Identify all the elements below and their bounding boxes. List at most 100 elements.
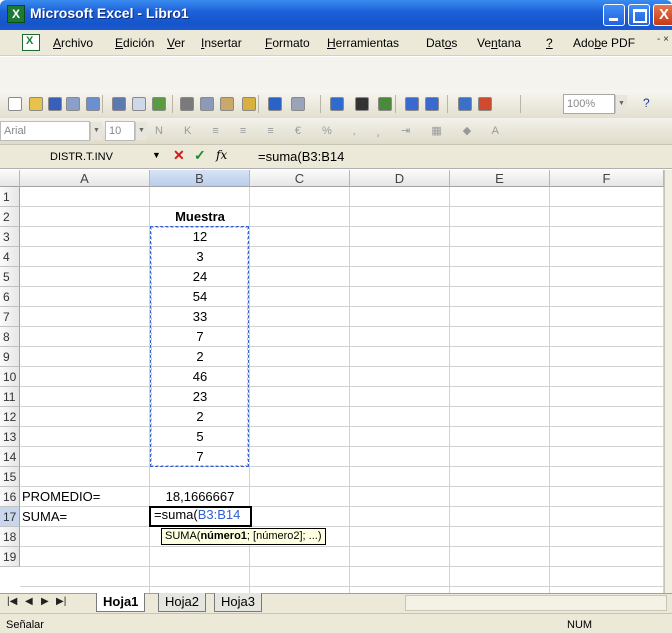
- menu-item-7[interactable]: Ventana: [477, 36, 521, 50]
- hyperlink-icon[interactable]: [330, 97, 344, 111]
- sort-desc-icon[interactable]: [425, 97, 439, 111]
- gridline-horizontal: [20, 366, 664, 367]
- enter-icon[interactable]: ✓: [194, 147, 206, 164]
- menu-item-text: Ado: [573, 36, 595, 50]
- menu-item-3[interactable]: Insertar: [201, 36, 242, 50]
- cell-a16[interactable]: PROMEDIO=: [22, 488, 150, 505]
- row-header-8[interactable]: 8: [0, 327, 20, 347]
- row-header-7[interactable]: 7: [0, 307, 20, 327]
- undo-icon[interactable]: [268, 97, 282, 111]
- row-header-17[interactable]: 17: [0, 507, 20, 527]
- open-icon[interactable]: [29, 97, 43, 111]
- row-header-19[interactable]: 19: [0, 547, 20, 567]
- zoom-combo[interactable]: 100%: [563, 94, 615, 114]
- print-icon[interactable]: [112, 97, 126, 111]
- paste-icon[interactable]: [220, 97, 234, 111]
- menu-item-text: ?: [546, 36, 553, 50]
- save-icon[interactable]: [48, 97, 62, 111]
- column-header-c[interactable]: C: [250, 170, 350, 187]
- drawing-icon[interactable]: [478, 97, 492, 111]
- chevron-down-icon[interactable]: ▼: [135, 122, 147, 140]
- menu-item-1[interactable]: Edición: [115, 36, 154, 50]
- cancel-icon[interactable]: ✕: [173, 147, 185, 164]
- insert-function-icon[interactable]: fx: [216, 148, 227, 162]
- cell-a17[interactable]: SUMA=: [22, 508, 150, 525]
- sort-asc-icon[interactable]: [405, 97, 419, 111]
- vertical-scrollbar[interactable]: [664, 170, 672, 593]
- row-header-1[interactable]: 1: [0, 187, 20, 207]
- excel-app-icon[interactable]: X: [7, 5, 25, 23]
- chevron-down-icon[interactable]: ▼: [152, 150, 161, 160]
- cell-b16[interactable]: 18,1666667: [150, 488, 250, 505]
- row-header-15[interactable]: 15: [0, 467, 20, 487]
- menu-item-2[interactable]: Ver: [167, 36, 185, 50]
- formula-input[interactable]: =suma(B3:B14: [258, 149, 344, 164]
- first-sheet-icon[interactable]: |◀: [7, 596, 17, 607]
- last-sheet-icon[interactable]: ▶|: [56, 596, 66, 607]
- spreadsheet-grid[interactable]: ABCDEF 1 2 3 4 5 6 7 8 9 10 11 12 13 14 15 16 17 18 19 Mue…: [0, 170, 664, 593]
- row-header-10[interactable]: 10: [0, 367, 20, 387]
- select-all-corner[interactable]: [0, 170, 20, 187]
- toolbar-separator: [172, 95, 173, 113]
- horizontal-scrollbar[interactable]: [405, 595, 667, 611]
- chart-wizard-icon[interactable]: [378, 97, 392, 111]
- menu-item-9[interactable]: Adobe PDF: [573, 36, 635, 50]
- permission-icon[interactable]: [66, 97, 80, 111]
- preview-icon[interactable]: [132, 97, 146, 111]
- redo-icon[interactable]: [291, 97, 305, 111]
- row-header-18[interactable]: 18: [0, 527, 20, 547]
- menu-item-0[interactable]: Archivo: [53, 36, 93, 50]
- chevron-down-icon[interactable]: ▼: [90, 122, 102, 140]
- row-header-13[interactable]: 13: [0, 427, 20, 447]
- workbook-icon[interactable]: [22, 34, 40, 51]
- menu-item-6[interactable]: Datos: [426, 36, 457, 50]
- column-header-b[interactable]: B: [150, 170, 250, 187]
- mail-icon[interactable]: [86, 97, 100, 111]
- row-header-6[interactable]: 6: [0, 287, 20, 307]
- row-header-5[interactable]: 5: [0, 267, 20, 287]
- font-size-combo[interactable]: 10: [105, 121, 135, 141]
- font-combo[interactable]: Arial: [0, 121, 90, 141]
- cell-b2[interactable]: Muestra: [150, 208, 250, 225]
- active-cell-b17[interactable]: =suma(B3:B14: [149, 506, 252, 527]
- prev-sheet-icon[interactable]: ◀: [25, 596, 33, 607]
- tooltip-function-name[interactable]: SUMA(: [165, 530, 200, 542]
- chevron-down-icon[interactable]: ▼: [615, 95, 627, 113]
- new-icon[interactable]: [8, 97, 22, 111]
- sheet-tab-hoja3[interactable]: Hoja3: [214, 593, 262, 612]
- row-header-14[interactable]: 14: [0, 447, 20, 467]
- minimize-button[interactable]: [603, 4, 625, 26]
- menu-item-5[interactable]: Herramientas: [327, 36, 399, 50]
- chart-icon[interactable]: [458, 97, 472, 111]
- menu-item-8[interactable]: ?: [546, 36, 553, 50]
- document-window-controls[interactable]: - ×: [657, 34, 669, 46]
- column-header-d[interactable]: D: [350, 170, 450, 187]
- close-button[interactable]: X: [653, 4, 672, 26]
- menu-item-text: er: [174, 36, 186, 50]
- help-icon[interactable]: ?: [643, 96, 650, 110]
- name-box[interactable]: DISTR.T.INV: [20, 148, 118, 166]
- row-header-9[interactable]: 9: [0, 347, 20, 367]
- row-header-16[interactable]: 16: [0, 487, 20, 507]
- column-header-e[interactable]: E: [450, 170, 550, 187]
- cut-icon[interactable]: [180, 97, 194, 111]
- row-header-12[interactable]: 12: [0, 407, 20, 427]
- menu-item-4[interactable]: Formato: [265, 36, 310, 50]
- next-sheet-icon[interactable]: ▶: [41, 596, 49, 607]
- column-header-f[interactable]: F: [550, 170, 664, 187]
- autosum-icon[interactable]: [355, 97, 369, 111]
- row-header-2[interactable]: 2: [0, 207, 20, 227]
- sheet-tab-hoja2[interactable]: Hoja2: [158, 593, 206, 612]
- spelling-icon[interactable]: [152, 97, 166, 111]
- row-header-11[interactable]: 11: [0, 387, 20, 407]
- format-buttons[interactable]: N K ≡ ≡ ≡ € % ‚ ¸ ⇥ ▦ ◆ A: [155, 124, 508, 137]
- tooltip-arg1[interactable]: número1: [200, 530, 246, 542]
- copy-icon[interactable]: [200, 97, 214, 111]
- row-header-4[interactable]: 4: [0, 247, 20, 267]
- column-header-a[interactable]: A: [20, 170, 150, 187]
- format-painter-icon[interactable]: [242, 97, 256, 111]
- row-header-3[interactable]: 3: [0, 227, 20, 247]
- sheet-tab-hoja1[interactable]: Hoja1: [96, 593, 146, 612]
- gridline-horizontal: [20, 346, 664, 347]
- maximize-button[interactable]: [628, 4, 650, 26]
